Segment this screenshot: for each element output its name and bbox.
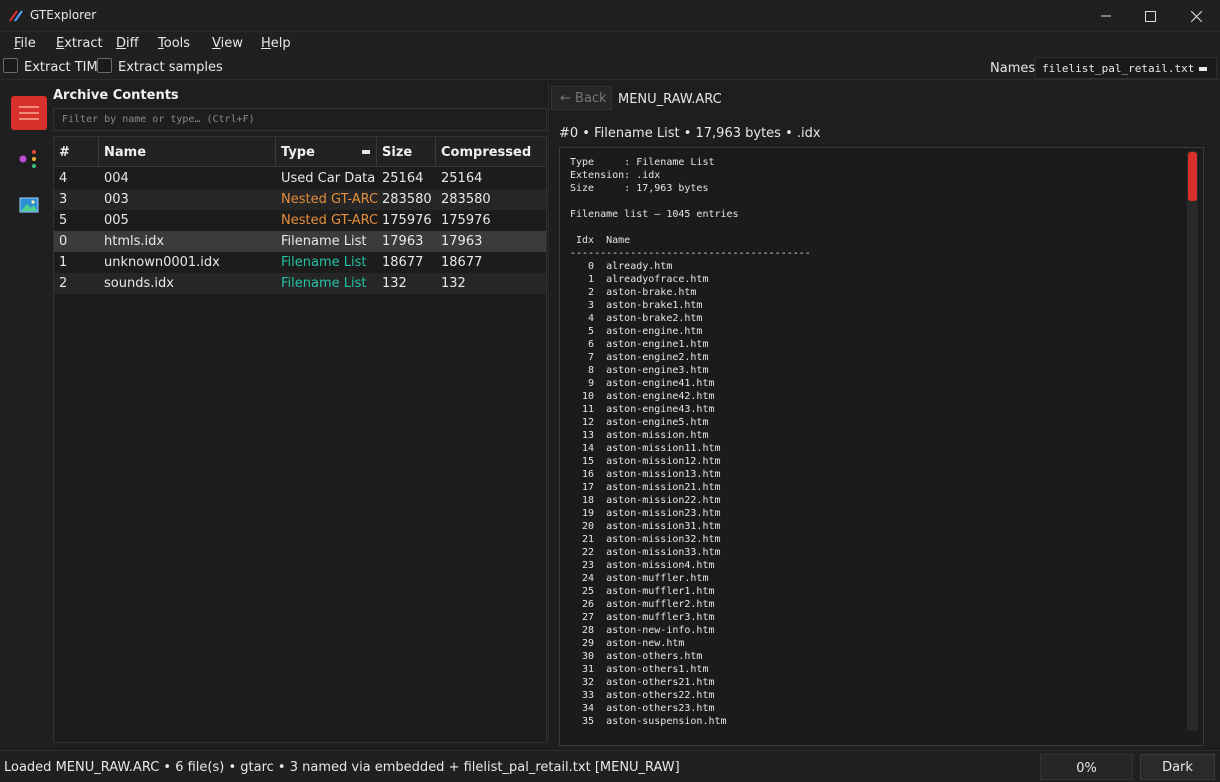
image-icon (19, 197, 39, 213)
cell-type: Filename List (281, 276, 367, 291)
sort-indicator-icon (362, 150, 370, 154)
theme-toggle-button[interactable]: Dark (1140, 754, 1215, 780)
status-text: Loaded MENU_RAW.ARC • 6 file(s) • gtarc … (4, 760, 680, 775)
minimize-icon (1101, 15, 1111, 17)
cell-name: sounds.idx (104, 276, 174, 291)
cell-name: 004 (104, 171, 129, 186)
window-title: GTExplorer (30, 8, 97, 22)
cell-compressed: 18677 (441, 255, 483, 270)
cell-idx: 1 (59, 255, 68, 270)
column-header-name[interactable]: Name (99, 137, 276, 167)
cell-compressed: 17963 (441, 234, 483, 249)
viewer-scrollbar[interactable] (1187, 151, 1198, 731)
menu-extract[interactable]: Extract (56, 36, 103, 51)
menu-tools[interactable]: Tools (158, 36, 190, 51)
scrollbar-thumb[interactable] (1188, 152, 1197, 201)
table-row[interactable]: 1 unknown0001.idx Filename List 18677 18677 (54, 252, 546, 273)
archive-name: MENU_RAW.ARC (618, 92, 722, 107)
column-header-type[interactable]: Type (276, 137, 377, 167)
archive-table: # Name Type Size Compressed 4 004 Used Car… (53, 136, 547, 743)
sidebar-archive-button[interactable] (11, 96, 47, 130)
table-row[interactable]: 2 sounds.idx Filename List 132 132 (54, 273, 546, 294)
cell-size: 283580 (382, 192, 432, 207)
dropdown-icon (1199, 67, 1207, 71)
minimize-button[interactable] (1083, 0, 1129, 32)
cell-name: unknown0001.idx (104, 255, 220, 270)
cell-idx: 4 (59, 171, 68, 186)
detail-panel: ← Back MENU_RAW.ARC #0 • Filename List •… (550, 81, 1218, 747)
table-header: # Name Type Size Compressed (54, 137, 546, 167)
archive-contents-title: Archive Contents (53, 88, 179, 103)
extract-tims-label: Extract TIMs (24, 60, 105, 75)
cell-size: 17963 (382, 234, 424, 249)
dots-icon (19, 150, 36, 168)
maximize-button[interactable] (1127, 0, 1173, 32)
filter-input[interactable]: Filter by name or type… (Ctrl+F) (53, 108, 547, 131)
close-icon (1190, 10, 1202, 22)
names-dropdown[interactable]: filelist_pal_retail.txt (1035, 57, 1217, 79)
back-button[interactable]: ← Back (551, 86, 612, 110)
extract-samples-label: Extract samples (118, 60, 223, 75)
cell-size: 132 (382, 276, 407, 291)
cell-compressed: 25164 (441, 171, 483, 186)
menu-diff[interactable]: Diff (116, 36, 139, 51)
cell-type: Nested GT-ARC (281, 213, 379, 228)
cell-idx: 0 (59, 234, 68, 249)
names-label: Names: (990, 61, 1040, 76)
menu-file[interactable]: File (14, 36, 36, 51)
cell-size: 18677 (382, 255, 424, 270)
sidebar (0, 81, 52, 747)
cell-compressed: 132 (441, 276, 466, 291)
progress-indicator: 0% (1040, 754, 1133, 780)
sidebar-images-button[interactable] (11, 188, 47, 222)
table-row[interactable]: 0 htmls.idx Filename List 17963 17963 (54, 231, 546, 252)
cell-type: Filename List (281, 255, 367, 270)
archive-panel: Archive Contents Filter by name or type…… (52, 81, 548, 743)
viewer-text: Type : Filename List Extension: .idx Siz… (570, 157, 811, 727)
cell-type: Used Car Data (281, 171, 376, 186)
menu-help[interactable]: Help (261, 36, 291, 51)
app-logo-icon (9, 10, 23, 22)
cell-type: Filename List (281, 234, 367, 249)
panel-splitter[interactable] (548, 81, 549, 743)
list-icon (19, 106, 39, 120)
filter-placeholder: Filter by name or type… (Ctrl+F) (62, 114, 255, 125)
cell-type: Nested GT-ARC (281, 192, 379, 207)
cell-idx: 5 (59, 213, 68, 228)
extract-samples-checkbox[interactable] (97, 58, 112, 73)
column-header-compressed[interactable]: Compressed (436, 137, 546, 167)
cell-name: 005 (104, 213, 129, 228)
entry-info: #0 • Filename List • 17,963 bytes • .idx (559, 126, 821, 141)
table-row[interactable]: 3 003 Nested GT-ARC 283580 283580 (54, 189, 546, 210)
cell-idx: 3 (59, 192, 68, 207)
title-bar: GTExplorer (0, 0, 1220, 32)
content-viewer[interactable]: Type : Filename List Extension: .idx Siz… (559, 147, 1204, 746)
cell-compressed: 175976 (441, 213, 491, 228)
status-bar: Loaded MENU_RAW.ARC • 6 file(s) • gtarc … (0, 750, 1220, 782)
column-header-size[interactable]: Size (377, 137, 436, 167)
column-header-index[interactable]: # (54, 137, 99, 167)
cell-name: 003 (104, 192, 129, 207)
close-button[interactable] (1173, 0, 1219, 32)
cell-size: 25164 (382, 171, 424, 186)
names-value: filelist_pal_retail.txt (1042, 62, 1195, 75)
cell-size: 175976 (382, 213, 432, 228)
cell-compressed: 283580 (441, 192, 491, 207)
cell-name: htmls.idx (104, 234, 165, 249)
maximize-icon (1144, 10, 1156, 22)
menu-bar: File Extract Diff Tools View Help (0, 32, 1220, 55)
table-row[interactable]: 4 004 Used Car Data 25164 25164 (54, 168, 546, 189)
menu-view[interactable]: View (212, 36, 243, 51)
sidebar-samples-button[interactable] (11, 142, 47, 176)
toolbar: Extract TIMs Extract samples Names: file… (0, 55, 1220, 80)
cell-idx: 2 (59, 276, 68, 291)
extract-tims-checkbox[interactable] (3, 58, 18, 73)
table-row[interactable]: 5 005 Nested GT-ARC 175976 175976 (54, 210, 546, 231)
